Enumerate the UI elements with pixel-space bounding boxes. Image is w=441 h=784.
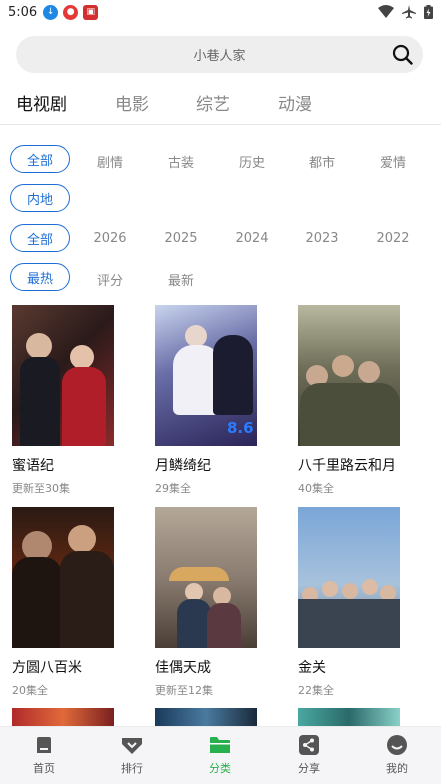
show-title: 方圆八百米 — [12, 660, 82, 676]
year-option[interactable]: 2023 — [297, 231, 347, 246]
show-poster-partial[interactable] — [155, 708, 257, 726]
show-card[interactable]: 金关 22集全 — [298, 507, 401, 698]
show-poster[interactable] — [155, 507, 257, 648]
airplane-icon — [402, 5, 416, 19]
show-poster[interactable] — [298, 305, 400, 446]
search-icon[interactable] — [392, 44, 413, 65]
nav-profile-label: 我的 — [386, 762, 408, 775]
nav-category[interactable]: 分类 — [190, 735, 250, 776]
genre-option[interactable]: 剧情 — [85, 152, 135, 171]
genre-all-chip[interactable]: 全部 — [10, 145, 70, 173]
share-icon — [299, 735, 319, 755]
show-card[interactable]: 方圆八百米 20集全 — [12, 507, 115, 698]
show-poster[interactable] — [12, 507, 114, 648]
profile-icon — [387, 735, 407, 755]
show-status: 更新至30集 — [12, 482, 70, 495]
genre-option[interactable]: 都市 — [297, 152, 347, 171]
show-title: 八千里路云和月 — [298, 458, 396, 474]
show-card[interactable]: 佳偶天成 更新至12集 — [155, 507, 258, 698]
status-bar: 5:06 ↓ ● ▣ — [0, 0, 441, 24]
nav-ranking[interactable]: 排行 — [102, 735, 162, 776]
app-icon: ● — [63, 4, 79, 20]
show-title: 金关 — [298, 660, 326, 676]
show-poster[interactable] — [298, 507, 400, 648]
tab-tv[interactable]: 电视剧 — [16, 90, 67, 115]
nav-profile[interactable]: 我的 — [367, 735, 427, 776]
show-status: 22集全 — [298, 684, 334, 697]
genre-option[interactable]: 爱情 — [368, 152, 418, 171]
ranking-icon — [122, 738, 142, 754]
show-status: 40集全 — [298, 482, 334, 495]
year-all-chip[interactable]: 全部 — [10, 224, 70, 252]
search-bar[interactable]: 小巷人家 — [16, 36, 423, 73]
nav-home[interactable]: 首页 — [14, 735, 74, 776]
show-card[interactable]: 八千里路云和月 40集全 — [298, 305, 401, 496]
show-card[interactable]: 8.6 月鳞绮纪 29集全 — [155, 305, 258, 496]
show-status: 更新至12集 — [155, 684, 213, 697]
home-icon — [37, 737, 51, 753]
year-option[interactable]: 2025 — [156, 231, 206, 246]
nav-share-label: 分享 — [298, 762, 320, 775]
folder-icon — [210, 737, 230, 753]
sort-option[interactable]: 评分 — [85, 270, 135, 289]
nav-category-label: 分类 — [209, 762, 231, 775]
download-icon: ↓ — [43, 4, 59, 20]
show-poster[interactable]: 8.6 — [155, 305, 257, 446]
show-status: 29集全 — [155, 482, 191, 495]
wifi-icon — [378, 5, 394, 18]
show-poster[interactable] — [12, 305, 114, 446]
status-time: 5:06 — [8, 4, 38, 20]
tab-anime[interactable]: 动漫 — [278, 90, 312, 115]
category-tabs: 电视剧 电影 综艺 动漫 — [0, 90, 441, 120]
battery-icon — [424, 5, 433, 19]
bottom-nav: 首页 排行 分类 分享 我的 — [0, 726, 441, 784]
sort-hot-chip[interactable]: 最热 — [10, 263, 70, 291]
show-poster-partial[interactable] — [12, 708, 114, 726]
nav-home-label: 首页 — [33, 762, 55, 775]
show-status: 20集全 — [12, 684, 48, 697]
sort-option[interactable]: 最新 — [156, 270, 206, 289]
show-title: 月鳞绮纪 — [155, 458, 211, 474]
tabs-divider — [0, 124, 441, 125]
nav-share[interactable]: 分享 — [279, 735, 339, 776]
game-icon: ▣ — [83, 4, 99, 20]
year-option[interactable]: 2026 — [85, 231, 135, 246]
search-input[interactable]: 小巷人家 — [193, 45, 245, 64]
genre-option[interactable]: 历史 — [227, 152, 277, 171]
region-mainland-chip[interactable]: 内地 — [10, 184, 70, 212]
show-title: 蜜语纪 — [12, 458, 54, 474]
nav-ranking-label: 排行 — [121, 762, 143, 775]
year-option[interactable]: 2024 — [227, 231, 277, 246]
year-option[interactable]: 2022 — [368, 231, 418, 246]
tab-variety[interactable]: 综艺 — [196, 90, 230, 115]
tab-movie[interactable]: 电影 — [115, 90, 149, 115]
show-poster-partial[interactable] — [298, 708, 400, 726]
genre-option[interactable]: 古装 — [156, 152, 206, 171]
show-card[interactable]: 蜜语纪 更新至30集 — [12, 305, 115, 496]
show-title: 佳偶天成 — [155, 660, 211, 676]
